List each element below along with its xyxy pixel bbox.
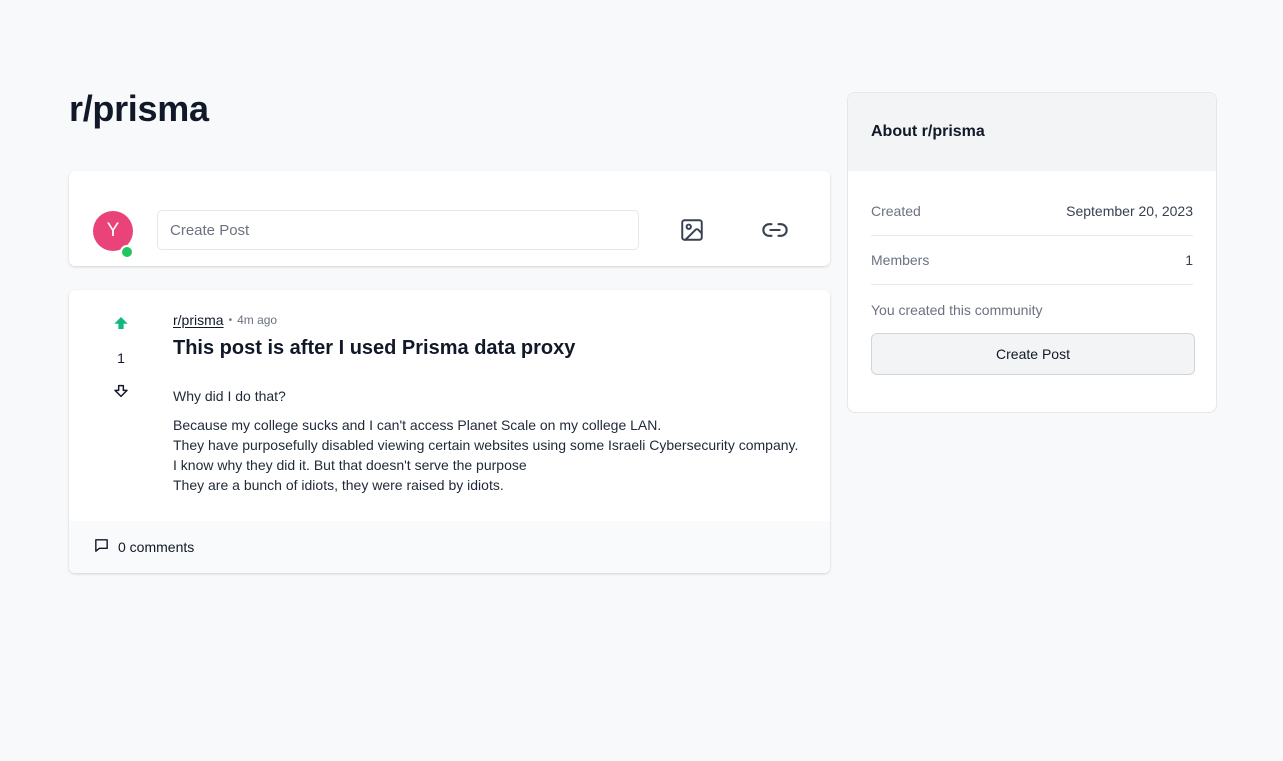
about-value: September 20, 2023 [1066, 203, 1193, 219]
downvote-button[interactable] [113, 382, 129, 402]
post-footer: 0 comments [69, 521, 830, 573]
about-label: Members [871, 252, 930, 268]
post-meta: r/prisma • 4m ago [173, 312, 813, 328]
subreddit-link[interactable]: r/prisma [173, 312, 224, 328]
about-header: About r/prisma [848, 93, 1216, 171]
post-body: r/prisma • 4m ago This post is after I u… [173, 312, 813, 495]
arrow-up-icon [112, 314, 130, 335]
post-title[interactable]: This post is after I used Prisma data pr… [173, 337, 813, 360]
create-post-input[interactable] [157, 210, 639, 250]
arrow-down-icon [113, 383, 129, 402]
meta-separator: • [228, 314, 233, 326]
link-icon [761, 216, 789, 247]
vote-column: 1 [101, 314, 141, 402]
create-post-card: Y [69, 171, 830, 266]
about-row-created: Created September 20, 2023 [871, 187, 1193, 236]
comments-link[interactable]: 0 comments [118, 539, 194, 555]
post-card[interactable]: 1 r/prisma • 4m ago This post is after I… [69, 290, 830, 573]
about-community-card: About r/prisma Created September 20, 202… [847, 92, 1217, 413]
create-post-button[interactable]: Create Post [871, 333, 1195, 375]
post-time: 4m ago [237, 313, 278, 327]
link-button[interactable] [755, 211, 795, 251]
online-status-dot [120, 245, 134, 259]
about-label: Created [871, 203, 921, 219]
about-value: 1 [1185, 252, 1193, 268]
post-intro: Why did I do that? [173, 388, 286, 404]
image-upload-button[interactable] [672, 211, 712, 251]
about-row-members: Members 1 [871, 236, 1193, 285]
upvote-button[interactable] [112, 314, 130, 334]
image-icon [679, 217, 705, 246]
vote-count: 1 [117, 350, 125, 366]
comment-icon [93, 537, 110, 557]
creator-note: You created this community [871, 301, 1043, 318]
post-line: They are a bunch of idiots, they were ra… [173, 477, 504, 493]
post-line: They have purposefully disabled viewing … [173, 437, 799, 453]
page-title: r/prisma [69, 88, 209, 129]
post-line: Because my college sucks and I can't acc… [173, 417, 662, 433]
post-line: I know why they did it. But that doesn't… [173, 457, 527, 473]
post-content: Why did I do that? Because my college su… [173, 386, 813, 495]
